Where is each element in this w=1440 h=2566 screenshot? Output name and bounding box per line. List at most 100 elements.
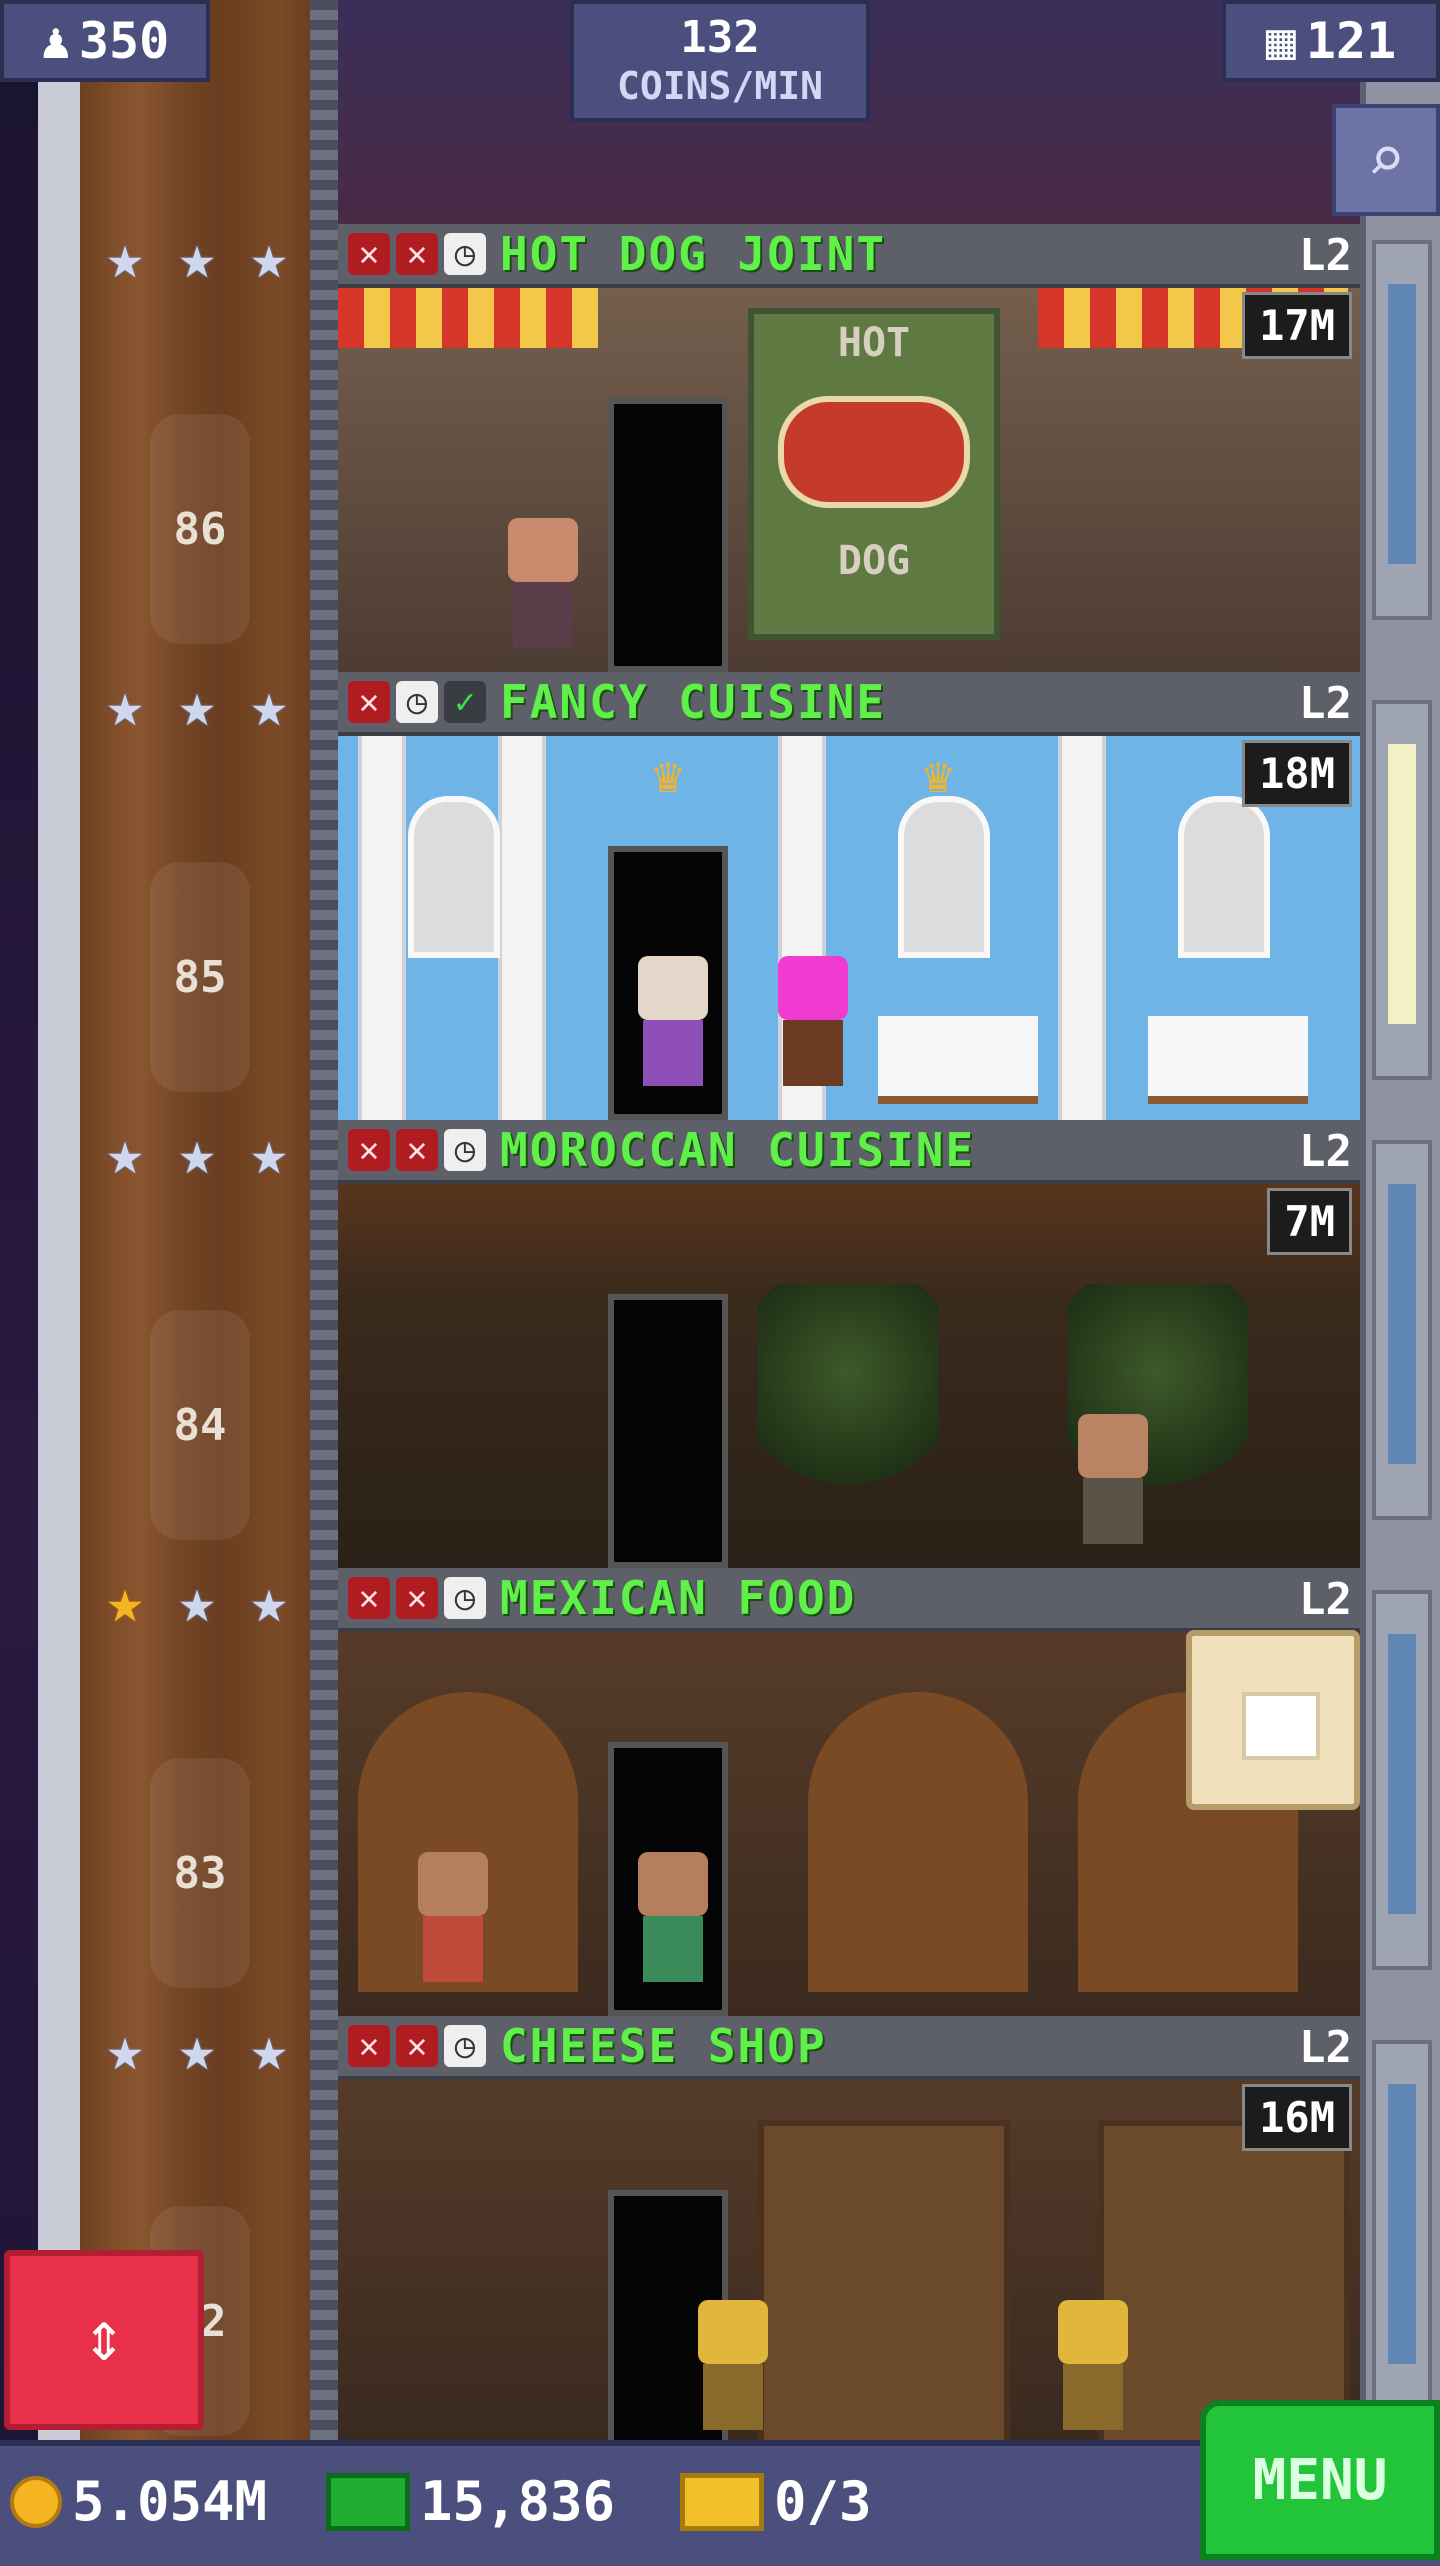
stock-empty-icon: ✕: [348, 1129, 390, 1171]
elevator-shaft: [80, 0, 310, 2470]
floor-header: ✕ ✕ ◷ MOROCCAN CUISINE L2: [338, 1120, 1360, 1184]
silver-star-icon: ★: [250, 1116, 288, 1189]
tickets-value: 0/3: [774, 2470, 872, 2533]
floor-moroccan-cuisine[interactable]: ✕ ✕ ◷ MOROCCAN CUISINE L2 7M: [338, 1120, 1360, 1568]
floor-number: 83: [150, 1758, 250, 1988]
floor-name: HOT DOG JOINT: [500, 227, 887, 281]
floor-level: L2: [1299, 1126, 1352, 1177]
arched-window: [408, 796, 500, 958]
bitizen-head: [698, 2300, 768, 2364]
cheese-counter: [1098, 2120, 1350, 2440]
status-icons: ✕ ✕ ◷: [348, 233, 486, 275]
side-action-button[interactable]: [1186, 1630, 1360, 1810]
floor-header: ✕ ✕ ◷ MEXICAN FOOD L2: [338, 1568, 1360, 1632]
hot-dog-sign: HOT DOG: [748, 308, 1000, 640]
bux-icon: [326, 2472, 410, 2531]
stock-empty-icon: ✕: [396, 233, 438, 275]
striped-awning: [338, 288, 598, 348]
elevator-car: [1372, 2040, 1432, 2420]
floor-rating-stars: ★ ★ ★: [92, 672, 302, 742]
floor-level: L2: [1299, 2022, 1352, 2073]
silver-star-icon: ★: [250, 220, 288, 293]
magnifier-icon: ⌕: [1366, 123, 1406, 197]
bitizen-body: [643, 1020, 703, 1086]
person-icon: ♟: [40, 12, 71, 70]
bitizen-body: [513, 582, 573, 648]
chandelier-icon: ♛: [922, 746, 954, 804]
floor-cheese-shop[interactable]: ✕ ✕ ◷ CHEESE SHOP L2 16M: [338, 2016, 1360, 2440]
bitizen-body: [643, 1916, 703, 1982]
floor-name: MOROCCAN CUISINE: [500, 1123, 976, 1177]
status-icons: ✕ ✕ ◷: [348, 1577, 486, 1619]
arched-window: [1178, 796, 1270, 958]
clock-icon: ◷: [444, 1577, 486, 1619]
silver-star-icon: ★: [106, 2012, 144, 2085]
coins-per-min-value: 132: [680, 12, 760, 63]
silver-star-icon: ★: [178, 2012, 216, 2085]
floor-level: L2: [1299, 230, 1352, 281]
coins-display[interactable]: 5.054M: [10, 2470, 267, 2533]
bitizen[interactable]: [508, 518, 578, 648]
floor-rating-stars: ★ ★ ★: [92, 2016, 302, 2086]
floor-counter[interactable]: ▦ 121: [1222, 0, 1440, 82]
up-down-arrows-icon: ⇕: [82, 2295, 126, 2377]
elevator-car: [1372, 700, 1432, 1080]
shaft-rail: [310, 0, 338, 2470]
coins-value: 5.054M: [72, 2470, 268, 2533]
floor-rating-stars: ★ ★ ★: [92, 1568, 302, 1638]
clock-icon: ◷: [444, 233, 486, 275]
elevator-button[interactable]: ⇕: [4, 2250, 204, 2430]
floor-level: L2: [1299, 678, 1352, 729]
bitizen[interactable]: [698, 2300, 768, 2430]
population-counter[interactable]: ♟ 350: [0, 0, 210, 82]
floor-rating-stars: ★ ★ ★: [92, 1120, 302, 1190]
stock-empty-icon: ✕: [396, 1129, 438, 1171]
bitizen-body: [703, 2364, 763, 2430]
silver-star-icon: ★: [106, 1116, 144, 1189]
bitizen-head: [1058, 2300, 1128, 2364]
bitizen[interactable]: [1058, 2300, 1128, 2430]
bitizen[interactable]: [638, 1852, 708, 1982]
floor-interior: [338, 1184, 1360, 1568]
box-icon: [1242, 1692, 1320, 1760]
bitizen[interactable]: [418, 1852, 488, 1982]
floor-number: 84: [150, 1310, 250, 1540]
floor-hot-dog-joint[interactable]: ✕ ✕ ◷ HOT DOG JOINT L2 HOT DOG 17M: [338, 224, 1360, 672]
tower-left-wall: [38, 0, 86, 2470]
restock-timer: 16M: [1242, 2084, 1352, 2151]
tickets-display[interactable]: 0/3: [680, 2470, 872, 2533]
floor-number: 86: [150, 414, 250, 644]
floor-interior: ♛ ♛: [338, 736, 1360, 1120]
floor-rating-stars: ★ ★ ★: [92, 224, 302, 294]
restock-timer: 7M: [1267, 1188, 1352, 1255]
bitizen-head: [778, 956, 848, 1020]
restock-timer: 17M: [1242, 292, 1352, 359]
building-icon: ▦: [1265, 12, 1296, 70]
floor-fancy-cuisine[interactable]: ✕ ◷ ✓ FANCY CUISINE L2 ♛ ♛ 18M: [338, 672, 1360, 1120]
arched-window: [898, 796, 990, 958]
coins-per-minute-display[interactable]: 132 COINS/MIN: [570, 0, 870, 122]
floor-header: ✕ ✕ ◷ HOT DOG JOINT L2: [338, 224, 1360, 288]
population-value: 350: [78, 12, 170, 70]
elevator-car: [1372, 240, 1432, 620]
stock-ready-check-icon: ✓: [444, 681, 486, 723]
menu-button[interactable]: MENU: [1200, 2400, 1440, 2560]
elevator-window: [1388, 1634, 1416, 1914]
silver-star-icon: ★: [178, 220, 216, 293]
elevator-car: [1372, 1590, 1432, 1970]
bitizen[interactable]: [1078, 1414, 1148, 1544]
silver-star-icon: ★: [106, 220, 144, 293]
bux-display[interactable]: 15,836: [326, 2470, 615, 2533]
elevator-window: [1388, 2084, 1416, 2364]
bitizen[interactable]: [638, 956, 708, 1086]
column: [1058, 736, 1106, 1120]
silver-star-icon: ★: [250, 668, 288, 741]
elevator-window: [1388, 284, 1416, 564]
zoom-button[interactable]: ⌕: [1332, 104, 1440, 216]
silver-star-icon: ★: [106, 668, 144, 741]
status-icons: ✕ ✕ ◷: [348, 1129, 486, 1171]
floor-door: [608, 398, 728, 672]
status-icons: ✕ ◷ ✓: [348, 681, 486, 723]
floor-interior: HOT DOG: [338, 288, 1360, 672]
bitizen[interactable]: [778, 956, 848, 1086]
